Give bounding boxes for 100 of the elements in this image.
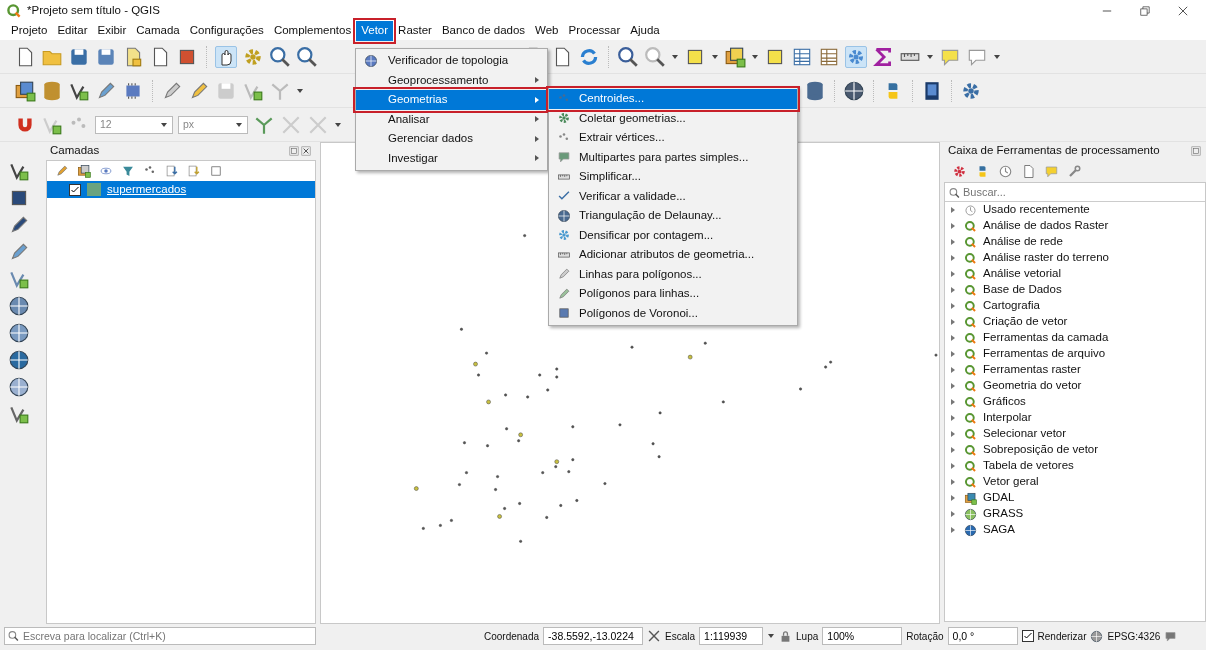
menu-item[interactable]: Vetor xyxy=(356,21,394,41)
expand-arrow-icon[interactable] xyxy=(951,223,955,229)
menu-item[interactable]: Gerenciar dados xyxy=(356,129,547,149)
expand-arrow-icon[interactable] xyxy=(951,239,955,245)
expand-arrow-icon[interactable] xyxy=(951,351,955,357)
menu-item[interactable]: Geometrias xyxy=(356,90,547,110)
tree-item[interactable]: Sobreposição de vetor xyxy=(945,442,1205,458)
document-icon[interactable] xyxy=(1021,163,1036,179)
pencil-icon[interactable] xyxy=(161,79,183,102)
expand-arrow-icon[interactable] xyxy=(951,447,955,453)
sum-icon[interactable] xyxy=(872,45,894,68)
menu-item[interactable]: Projeto xyxy=(6,21,53,41)
menu-item[interactable]: Web xyxy=(530,21,564,41)
tree-item[interactable]: Análise de rede xyxy=(945,234,1205,250)
menu-item[interactable]: Geoprocessamento xyxy=(356,70,547,90)
float-icon[interactable] xyxy=(1190,145,1202,157)
menu-item[interactable]: Exibir xyxy=(92,21,132,41)
tree-item[interactable]: Usado recentemente xyxy=(945,202,1205,218)
restore-icon[interactable] xyxy=(1138,4,1152,18)
caret-icon[interactable] xyxy=(334,121,342,128)
tree-item[interactable]: Ferramentas raster xyxy=(945,362,1205,378)
tree-item[interactable]: Cartografia xyxy=(945,298,1205,314)
caret-icon[interactable] xyxy=(671,53,679,60)
menu-item[interactable]: Processar xyxy=(563,21,626,41)
expand-arrow-icon[interactable] xyxy=(951,335,955,341)
menu-item[interactable]: Complementos xyxy=(268,21,357,41)
magnifier-icon[interactable] xyxy=(644,45,666,68)
menu-item[interactable]: Banco de dados xyxy=(436,21,531,41)
arrow-down-icon[interactable] xyxy=(165,164,179,178)
gear-icon[interactable] xyxy=(952,163,967,179)
menu-item[interactable]: Investigar xyxy=(356,148,547,168)
menu-item[interactable]: Verificador de topologia xyxy=(356,51,547,71)
tree-item[interactable]: SAGA xyxy=(945,522,1205,538)
message-icon[interactable] xyxy=(1164,629,1178,643)
arrow-up-icon[interactable] xyxy=(187,164,201,178)
layers-icon[interactable] xyxy=(14,79,36,102)
hand-icon[interactable] xyxy=(215,45,237,68)
tree-item[interactable]: Tabela de vetores xyxy=(945,458,1205,474)
rotation-field[interactable]: 0,0 ° xyxy=(947,627,1018,645)
tree-item[interactable]: Selecionar vetor xyxy=(945,426,1205,442)
menu-item[interactable]: Triangulação de Delaunay... xyxy=(549,206,797,226)
menu-item[interactable]: Simplificar... xyxy=(549,167,797,187)
tree-item[interactable]: Interpolar xyxy=(945,410,1205,426)
wrench-icon[interactable] xyxy=(1067,163,1082,179)
expand-arrow-icon[interactable] xyxy=(951,255,955,261)
tree-item[interactable]: Análise de dados Raster xyxy=(945,218,1205,234)
expand-arrow-icon[interactable] xyxy=(951,479,955,485)
expand-arrow-icon[interactable] xyxy=(951,271,955,277)
caret-icon[interactable] xyxy=(767,633,776,639)
database-icon[interactable] xyxy=(804,79,826,102)
menu-item[interactable]: Configurações xyxy=(184,21,269,41)
expand-arrow-icon[interactable] xyxy=(951,463,955,469)
menu-item[interactable]: Densificar por contagem... xyxy=(549,225,797,245)
clock-icon[interactable] xyxy=(998,163,1013,179)
expand-arrow-icon[interactable] xyxy=(951,207,955,213)
database-icon[interactable] xyxy=(41,79,63,102)
caret-icon[interactable] xyxy=(926,53,934,60)
tree-item[interactable]: GRASS xyxy=(945,506,1205,522)
globe-icon[interactable] xyxy=(8,349,30,371)
expand-arrow-icon[interactable] xyxy=(951,319,955,325)
menu-item[interactable]: Multipartes para partes simples... xyxy=(549,147,797,167)
tree-item[interactable]: Análise vetorial xyxy=(945,266,1205,282)
tree-item[interactable]: Ferramentas de arquivo xyxy=(945,346,1205,362)
tree-item[interactable]: Gráficos xyxy=(945,394,1205,410)
unit-dropdown[interactable]: px xyxy=(178,115,248,134)
expand-arrow-icon[interactable] xyxy=(951,431,955,437)
tree-item[interactable]: Análise raster do terreno xyxy=(945,250,1205,266)
expand-arrow-icon[interactable] xyxy=(951,303,955,309)
render-checkbox[interactable] xyxy=(1021,630,1034,642)
close-icon[interactable] xyxy=(1176,4,1190,18)
expand-arrow-icon[interactable] xyxy=(951,383,955,389)
globe-icon[interactable] xyxy=(8,376,30,398)
expand-arrow-icon[interactable] xyxy=(951,511,955,517)
expand-arrow-icon[interactable] xyxy=(951,415,955,421)
menu-item[interactable]: Linhas para polígonos... xyxy=(549,264,797,284)
layers-icon[interactable] xyxy=(724,45,746,68)
expand-arrow-icon[interactable] xyxy=(951,287,955,293)
tree-item[interactable]: Base de Dados xyxy=(945,282,1205,298)
tolerance-field[interactable]: 12 xyxy=(95,115,173,134)
menu-item[interactable]: Extrair vértices... xyxy=(549,128,797,148)
tree-item[interactable]: Vetor geral xyxy=(945,474,1205,490)
tree-item[interactable]: Ferramentas da camada xyxy=(945,330,1205,346)
locate-field[interactable]: Escreva para localizar (Ctrl+K) xyxy=(4,627,316,645)
menu-item[interactable]: Coletar geometrias... xyxy=(549,108,797,128)
menu-item[interactable]: Adicionar atributos de geometria... xyxy=(549,245,797,265)
gear-icon[interactable] xyxy=(845,45,867,68)
caret-icon[interactable] xyxy=(993,53,1001,60)
menu-item[interactable]: Polígonos para linhas... xyxy=(549,284,797,304)
menu-item[interactable]: Ajuda xyxy=(625,21,665,41)
crs-label[interactable]: EPSG:4326 xyxy=(1107,628,1161,644)
feather-icon[interactable] xyxy=(8,241,30,263)
tree-item[interactable]: Geometria do vetor xyxy=(945,378,1205,394)
scale-field[interactable]: 1:119939 xyxy=(699,627,764,645)
globe-icon[interactable] xyxy=(8,322,30,344)
layer-row[interactable]: supermercados xyxy=(47,181,315,198)
menu-item[interactable]: Camada xyxy=(131,21,185,41)
menu-item[interactable]: Centroides... xyxy=(549,89,797,109)
layers-icon[interactable] xyxy=(77,164,91,178)
menu-item[interactable]: Polígonos de Voronoi... xyxy=(549,303,797,323)
tree-item[interactable]: GDAL xyxy=(945,490,1205,506)
